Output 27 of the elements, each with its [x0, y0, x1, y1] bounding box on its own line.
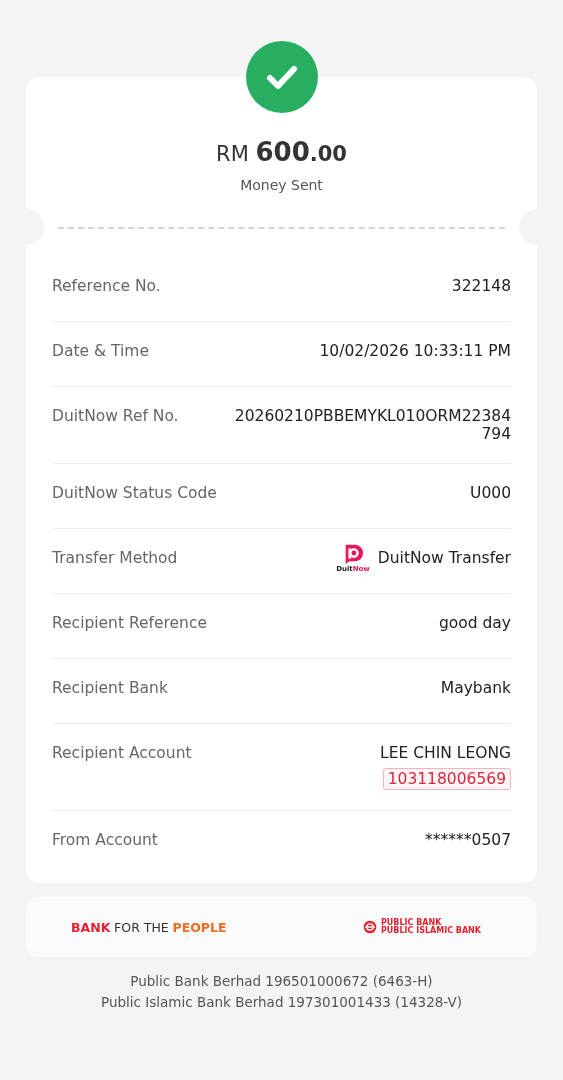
status-label: Money Sent [239, 177, 324, 193]
tagline-word: PEOPLE [172, 919, 227, 935]
field-label: DuitNow Status Code [52, 484, 217, 502]
field-label: Reference No. [52, 277, 161, 295]
tagline-word: FOR THE [114, 919, 169, 935]
field-value: DuitNow Transfer [377, 549, 511, 567]
field-value: 20260210PBBEMYKL010ORM22384 794 [234, 407, 511, 443]
field-label: DuitNow Ref No. [52, 407, 179, 425]
registration-text: Public Bank Berhad 196501000672 (6463-H) [129, 972, 434, 991]
field-label: From Account [52, 831, 158, 849]
field-label: Recipient Reference [52, 614, 207, 632]
field-value: ******0507 [425, 831, 511, 849]
field-value: U000 [470, 484, 511, 502]
field-label: Recipient Account [52, 744, 192, 762]
tagline-word: BANK [71, 919, 111, 935]
account-number: 103118006569 [382, 768, 511, 790]
field-label: Recipient Bank [52, 679, 168, 697]
field-value: 10/02/2026 10:33:11 PM [319, 342, 511, 360]
registration-text: Public Islamic Bank Berhad 197301001433 (14328-V) [100, 993, 463, 1012]
field-value: LEE CHIN LEONG [380, 744, 511, 762]
bank-logo: PUBLIC BANK PUBLIC ISLAMIC BANK [363, 919, 481, 935]
amount: RM 600.00 [215, 137, 348, 167]
field-value: good day [438, 614, 511, 632]
field-label: Transfer Method [52, 549, 178, 567]
field-label: Date & Time [52, 342, 149, 360]
field-value: 322148 [451, 277, 511, 295]
field-value: Maybank [440, 679, 511, 697]
